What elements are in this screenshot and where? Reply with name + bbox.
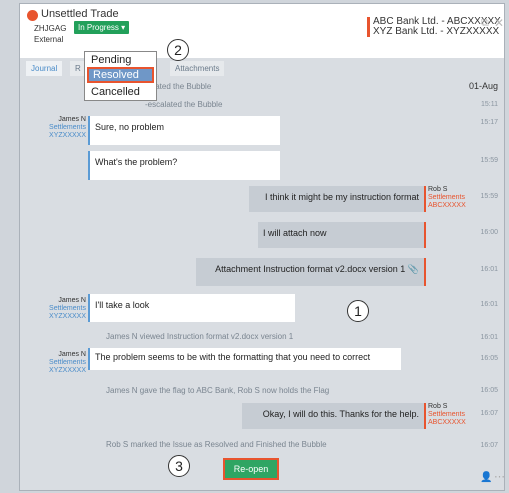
system-message: Rob S marked the Issue as Resolved and F…	[106, 440, 327, 449]
tab-journal[interactable]: Journal	[26, 61, 63, 76]
message-bubble: I'll take a look	[88, 294, 295, 322]
time-label: 16:00	[480, 229, 498, 236]
more-icon[interactable]: ⋯	[494, 470, 505, 483]
attachment-text: Attachment Instruction format v2.docx ve…	[215, 264, 406, 274]
sender-name: James N	[58, 351, 86, 358]
time-label: 15:17	[480, 119, 498, 126]
sender-name: Rob S	[428, 403, 448, 410]
sender-role: Settlements	[49, 305, 86, 312]
tab-attachments[interactable]: Attachments	[170, 61, 225, 76]
menu-item-pending[interactable]: Pending	[91, 54, 131, 66]
sender-james: James N Settlements XYZXXXXX	[40, 116, 86, 140]
attachment-bubble[interactable]: Attachment Instruction format v2.docx ve…	[196, 258, 426, 286]
sender-bank: XYZXXXXX	[49, 313, 86, 320]
trade-type: External	[34, 35, 64, 44]
close-icon[interactable]: ✕	[494, 16, 504, 30]
sender-role: Settlements	[49, 359, 86, 366]
sender-bank: ABCXXXXX	[428, 202, 466, 209]
sender-rob: Rob S Settlements ABCXXXXX	[428, 186, 468, 210]
header: Unsettled Trade ZHJGAG In Progress ▾ Ext…	[20, 4, 504, 58]
sender-role: Settlements	[49, 124, 86, 131]
message-bubble: Sure, no problem	[88, 116, 280, 145]
sender-bank: ABCXXXXX	[428, 419, 466, 426]
reopen-button[interactable]: Re-open	[223, 458, 279, 480]
time-label: 16:07	[480, 410, 498, 417]
sender-james: James N Settlements XYZXXXXX	[40, 297, 86, 321]
sender-role: Settlements	[428, 411, 465, 418]
time-label: 16:01	[480, 334, 498, 341]
message-bubble: I think it might be my instruction forma…	[249, 186, 426, 212]
status-menu: Pending Resolved Cancelled	[84, 51, 157, 101]
time-label: 15:11	[481, 101, 498, 108]
person-icon[interactable]: 👤	[480, 472, 492, 483]
sender-name: James N	[58, 297, 86, 304]
message-bubble: Okay, I will do this. Thanks for the hel…	[242, 403, 426, 429]
time-label: 16:05	[480, 355, 498, 362]
external-link-icon[interactable]: ⧉	[481, 17, 489, 30]
system-message: James N viewed Instruction format v2.doc…	[106, 332, 294, 341]
time-label: 15:59	[480, 193, 498, 200]
paperclip-icon: 📎	[407, 264, 419, 274]
chat-area: calated the Bubble 01-Aug -escalated the…	[20, 76, 504, 468]
system-message: -escalated the Bubble	[145, 100, 223, 109]
sender-james: James N Settlements XYZXXXXX	[40, 351, 86, 375]
trade-window: Unsettled Trade ZHJGAG In Progress ▾ Ext…	[19, 3, 505, 491]
message-bubble: What's the problem?	[88, 151, 280, 180]
menu-item-resolved[interactable]: Resolved	[87, 67, 154, 83]
time-label: 16:01	[480, 301, 498, 308]
chevron-down-icon: ▾	[121, 23, 126, 32]
time-label: 16:07	[480, 442, 498, 449]
time-label: 15:59	[480, 157, 498, 164]
callout-2: 2	[167, 39, 189, 61]
system-message: James N gave the flag to ABC Bank, Rob S…	[106, 386, 330, 395]
trade-title: Unsettled Trade	[41, 8, 119, 20]
status-dropdown[interactable]: In Progress ▾	[74, 21, 130, 34]
message-bubble: The problem seems to be with the formatt…	[88, 348, 401, 370]
callout-1: 1	[347, 300, 369, 322]
message-bubble: I will attach now	[258, 222, 426, 248]
sender-bank: XYZXXXXX	[49, 132, 86, 139]
date-label: 01-Aug	[468, 81, 498, 91]
sender-rob: Rob S Settlements ABCXXXXX	[428, 403, 468, 427]
callout-3: 3	[168, 455, 190, 477]
trade-code: ZHJGAG	[34, 24, 67, 33]
sender-bank: XYZXXXXX	[49, 367, 86, 374]
status-label: In Progress	[78, 23, 119, 32]
sender-name: James N	[58, 116, 86, 123]
menu-item-cancelled[interactable]: Cancelled	[91, 86, 140, 98]
sender-role: Settlements	[428, 194, 465, 201]
app-icon	[27, 10, 38, 21]
time-label: 16:01	[480, 266, 498, 273]
time-label: 16:05	[480, 387, 498, 394]
sender-name: Rob S	[428, 186, 448, 193]
bank-bar	[367, 17, 370, 37]
